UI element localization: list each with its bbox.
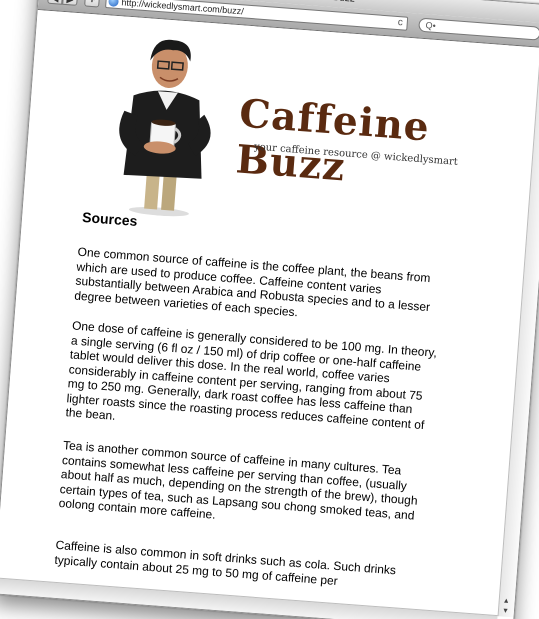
- scroll-down-arrow-icon[interactable]: ▼: [502, 607, 509, 615]
- article-paragraph: One dose of caffeine is generally consid…: [65, 318, 438, 432]
- article-paragraph: Tea is another common source of caffeine…: [58, 438, 419, 523]
- section-heading: Sources: [81, 208, 139, 229]
- article-paragraph: One common source of caffeine is the cof…: [73, 244, 431, 319]
- search-field[interactable]: Q•: [418, 17, 539, 41]
- person-drinking-coffee-image: [119, 39, 211, 217]
- reload-icon[interactable]: c: [397, 17, 403, 29]
- globe-icon: [108, 0, 119, 7]
- browser-window: Head First Caffeine Buzz ◀ ▶ + http://wi…: [0, 0, 539, 619]
- add-bookmark-button[interactable]: +: [84, 0, 101, 8]
- back-button[interactable]: ◀: [47, 0, 64, 5]
- stage: Head First Caffeine Buzz ◀ ▶ + http://wi…: [0, 0, 539, 619]
- page-content: Caffeine Buzz your caffeine resource @ w…: [0, 9, 539, 617]
- forward-button[interactable]: ▶: [62, 0, 79, 6]
- scroll-up-arrow-icon[interactable]: ▲: [502, 597, 509, 605]
- url-text: http://wickedlysmart.com/buzz/: [121, 0, 245, 17]
